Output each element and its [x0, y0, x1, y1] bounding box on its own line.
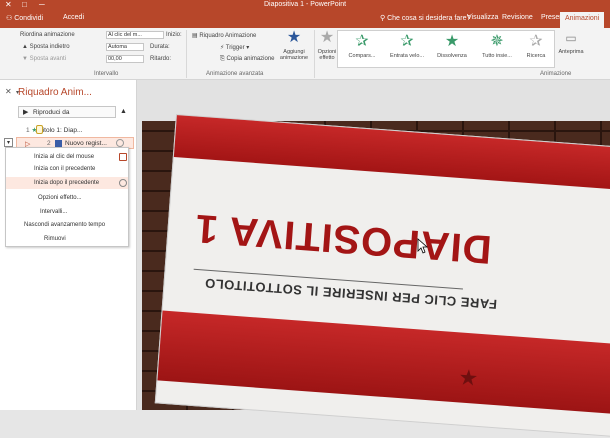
tab-revisione[interactable]: Revisione — [502, 14, 533, 21]
gallery-item-ricerca[interactable]: ✰ Ricerca — [518, 33, 554, 66]
effect-options-star-icon: ★ — [319, 29, 335, 46]
ribbon: Riordina animazione ▲ Sposta indietro ▼ … — [0, 28, 610, 80]
close-icon[interactable]: ✕ — [5, 87, 12, 96]
clock-icon — [116, 139, 124, 147]
animation-group-label: Animazione — [540, 71, 572, 77]
menu-item-timing[interactable]: Intervalli... — [6, 206, 128, 218]
gallery-item-compars[interactable]: ✰ Compars... — [340, 33, 384, 66]
float-star-icon: ✵ — [490, 33, 504, 50]
play-from-button[interactable]: ▶ Riproduci da — [18, 106, 116, 118]
list-item[interactable]: 1 ★ Titolo 1: Diap... — [26, 126, 82, 134]
menu-item-hide-timeline[interactable]: Nascondi avanzamento tempo — [6, 219, 128, 231]
context-menu: Inizia al clic del mouse Inizia con il p… — [5, 147, 129, 247]
move-earlier-button[interactable]: ▲ Sposta indietro — [22, 44, 70, 50]
pane-title: Riquadro Anim... — [18, 87, 92, 98]
pointer-cursor-icon — [417, 238, 429, 254]
menu-item-effect-options[interactable]: Opzioni effetto... — [6, 192, 128, 204]
clock-icon — [119, 179, 127, 187]
animation-gallery: ✰ Compars... ✰ Entrata velo... ★ Dissolv… — [337, 30, 555, 68]
start-label: Inizio: — [166, 32, 182, 38]
trigger-button[interactable]: ⚡ Trigger ▾ — [220, 44, 249, 51]
item-number: 2 — [47, 140, 51, 147]
tab-visualizza[interactable]: Visualizza — [467, 14, 498, 21]
timing-group-label: Intervallo — [94, 71, 119, 77]
add-animation-star-icon: ★ — [286, 29, 302, 46]
reorder-up-icon[interactable]: ▲ — [120, 108, 127, 115]
mouse-trigger-icon — [36, 125, 43, 134]
slide-canvas[interactable]: DIAPOSITIVA 1 FARE CLIC PER INSERIRE IL … — [154, 114, 610, 438]
share-button[interactable]: ⚇ Condividi — [6, 14, 43, 22]
menu-item-start-after-previous[interactable]: Inizia dopo il precedente — [6, 177, 128, 189]
slide-title[interactable]: DIAPOSITIVA 1 — [193, 205, 493, 272]
separator — [314, 30, 315, 78]
fly-in-star-icon: ✰ — [400, 33, 414, 50]
dropdown-arrow-icon[interactable]: ▾ — [4, 138, 13, 147]
mouse-icon — [119, 153, 127, 161]
advanced-group-label: Animazione avanzata — [206, 71, 264, 77]
duration-label: Durata: — [150, 44, 170, 50]
animation-pane-button[interactable]: ▤ Riquadro Animazione — [192, 32, 256, 39]
move-later-button[interactable]: ▼ Sposta avanti — [22, 56, 66, 62]
reorder-label: Riordina animazione — [20, 32, 75, 38]
star-decoration-icon: ★ — [457, 364, 480, 391]
media-icon — [55, 140, 62, 147]
ribbon-tabs: ⚇ Condividi Accedi ⚲ Che cosa si desider… — [0, 11, 610, 28]
add-animation-button[interactable]: ★ Aggiungi animazione — [276, 29, 312, 62]
preview-icon: ▭ — [565, 31, 577, 45]
animation-pane-icon: ▤ — [192, 33, 198, 39]
tell-me-search[interactable]: ⚲ Che cosa si desidera fare? — [380, 14, 470, 22]
menu-item-start-with-previous[interactable]: Inizia con il precedente — [6, 163, 128, 175]
delay-label: Ritardo: — [150, 56, 172, 62]
item-number: 1 — [26, 127, 30, 134]
fade-star-icon: ★ — [444, 33, 460, 50]
gallery-item-entrata-veloce[interactable]: ✰ Entrata velo... — [385, 33, 429, 66]
preview-button[interactable]: ▭ Anteprima — [556, 29, 586, 62]
wipe-star-icon: ✰ — [529, 33, 543, 50]
share-icon: ⚇ — [6, 15, 13, 22]
menu-item-start-on-click[interactable]: Inizia al clic del mouse — [6, 151, 128, 163]
separator — [186, 30, 187, 78]
tab-animazioni[interactable]: Animazioni — [560, 12, 605, 28]
slide[interactable]: DIAPOSITIVA 1 FARE CLIC PER INSERIRE IL … — [154, 114, 610, 438]
play-icon: ▶ — [23, 109, 29, 116]
gallery-item-dissolvenza[interactable]: ★ Dissolvenza — [430, 33, 474, 66]
effect-options-button[interactable]: ★ Opzioni effetto — [316, 29, 338, 62]
menu-item-remove[interactable]: Rimuovi — [6, 233, 128, 245]
gallery-item-tutto-insieme[interactable]: ✵ Tutto insie... — [475, 33, 519, 66]
animation-painter-button[interactable]: ⎘ Copia animazione — [220, 56, 275, 63]
start-dropdown[interactable]: Al clic del m... — [106, 31, 164, 39]
window-title: Diapositiva 1 - PowerPoint — [263, 1, 347, 8]
appear-star-icon: ✰ — [355, 33, 369, 50]
duration-field[interactable]: Automa — [106, 43, 144, 51]
sign-in-link[interactable]: Accedi — [63, 14, 84, 21]
lightbulb-icon: ⚲ — [380, 15, 386, 22]
title-bar: ✕ □ ─ Diapositiva 1 - PowerPoint — [0, 0, 610, 11]
slide-bottom-band — [157, 310, 610, 415]
delay-field[interactable]: 00,00 — [106, 55, 144, 63]
